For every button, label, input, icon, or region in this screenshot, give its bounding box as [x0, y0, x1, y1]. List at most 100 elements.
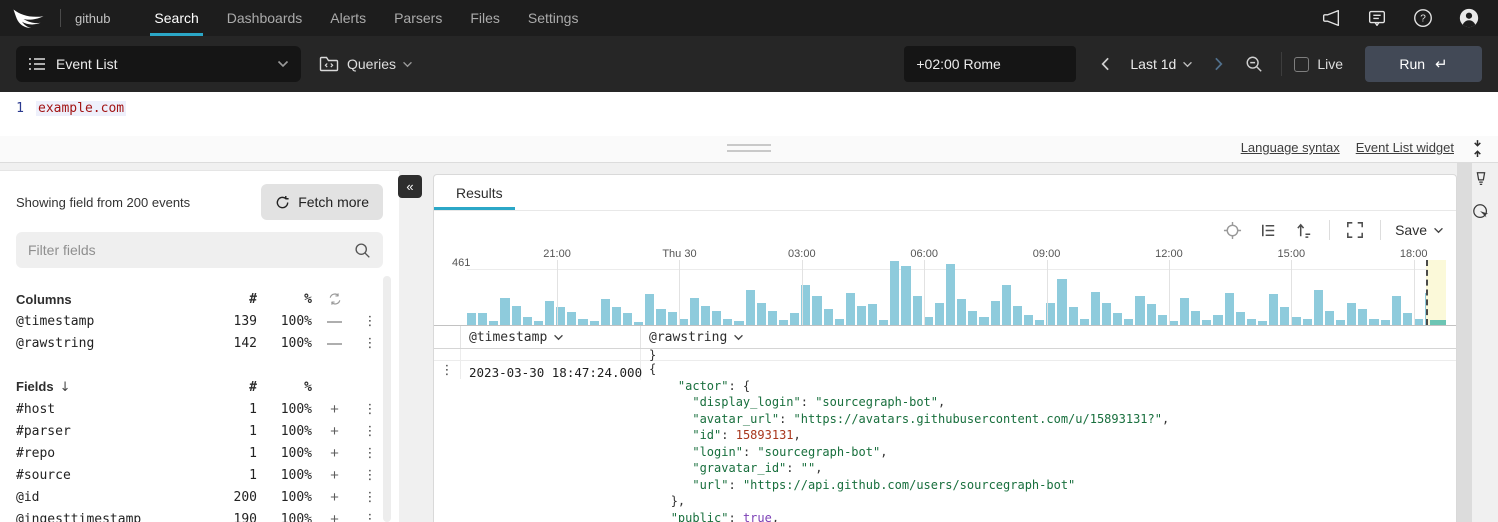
histogram-bar[interactable] — [835, 319, 844, 325]
run-button[interactable]: Run ↵ — [1365, 46, 1482, 82]
event-list-widget-link[interactable]: Event List widget — [1356, 140, 1454, 155]
fields-title[interactable]: Fields↓ — [16, 379, 207, 395]
filter-fields-input[interactable] — [28, 242, 354, 258]
nav-item-parsers[interactable]: Parsers — [380, 0, 456, 36]
field-row-parser[interactable]: #parser 1 100% + ⋮ — [16, 420, 383, 442]
nav-item-alerts[interactable]: Alerts — [316, 0, 380, 36]
histogram-bar[interactable] — [1247, 319, 1256, 325]
add-column-button[interactable]: + — [312, 467, 357, 484]
query-text[interactable]: example.com — [36, 101, 126, 116]
histogram-bar[interactable] — [1091, 292, 1100, 325]
fullscreen-icon[interactable] — [1344, 219, 1366, 241]
histogram-bar[interactable] — [1414, 319, 1423, 325]
histogram-bar[interactable] — [578, 319, 587, 325]
histogram-bar[interactable] — [1291, 317, 1300, 325]
lightbulb-icon[interactable] — [1472, 170, 1492, 190]
row-menu-icon[interactable]: ⋮ — [357, 512, 383, 522]
row-menu-icon[interactable]: ⋮ — [357, 402, 383, 417]
histogram-bar[interactable] — [868, 304, 877, 325]
zoom-out-time-icon[interactable] — [1239, 49, 1269, 79]
live-toggle[interactable]: Live — [1294, 56, 1343, 72]
histogram-bar[interactable] — [1236, 312, 1245, 325]
event-row[interactable]: ⋮ 2023-03-30 18:47:24.000 { "actor": { "… — [434, 361, 1456, 522]
histogram-bar[interactable] — [1369, 319, 1378, 325]
add-column-button[interactable]: + — [312, 401, 357, 418]
column-row-rawstring[interactable]: @rawstring 142 100% — ⋮ — [16, 332, 383, 354]
histogram-bar[interactable] — [668, 312, 677, 325]
time-range-dropdown[interactable]: Last 1d — [1126, 56, 1197, 72]
event-menu-icon[interactable]: ⋮ — [441, 363, 454, 379]
repository-name[interactable]: github — [75, 11, 110, 26]
interactive-cursor-icon[interactable] — [1472, 203, 1492, 223]
scrollbar[interactable] — [383, 276, 391, 522]
field-row-host[interactable]: #host 1 100% + ⋮ — [16, 398, 383, 420]
language-syntax-link[interactable]: Language syntax — [1241, 140, 1340, 155]
histogram-bar[interactable] — [634, 322, 643, 325]
histogram-bar[interactable] — [1169, 321, 1178, 325]
histogram-bar[interactable] — [1158, 315, 1167, 325]
histogram-bar[interactable] — [1269, 294, 1278, 325]
live-checkbox[interactable] — [1294, 57, 1309, 72]
histogram-bar[interactable] — [690, 298, 699, 325]
histogram-bar[interactable] — [1035, 320, 1044, 325]
histogram-bar[interactable] — [612, 307, 621, 325]
row-menu-icon[interactable]: ⋮ — [357, 424, 383, 439]
histogram-bar[interactable] — [1124, 319, 1133, 325]
histogram-bar[interactable] — [545, 301, 554, 325]
resize-drag-handle[interactable] — [727, 144, 771, 156]
histogram-bar[interactable] — [734, 321, 743, 325]
histogram-bar[interactable] — [467, 313, 476, 325]
add-column-button[interactable]: + — [312, 423, 357, 440]
nav-item-settings[interactable]: Settings — [514, 0, 593, 36]
field-row-source[interactable]: #source 1 100% + ⋮ — [16, 464, 383, 486]
histogram-bar[interactable] — [979, 317, 988, 325]
row-menu-icon[interactable]: ⋮ — [357, 468, 383, 483]
scrollbar[interactable] — [1457, 163, 1472, 522]
histogram-bar[interactable] — [1080, 319, 1089, 325]
time-shift-back-button[interactable] — [1090, 49, 1120, 79]
histogram-bar[interactable] — [1191, 311, 1200, 325]
histogram-bar[interactable] — [512, 306, 521, 325]
field-row-repo[interactable]: #repo 1 100% + ⋮ — [16, 442, 383, 464]
field-row-id[interactable]: @id 200 100% + ⋮ — [16, 486, 383, 508]
histogram-bar[interactable] — [879, 320, 888, 325]
megaphone-icon[interactable] — [1320, 7, 1342, 29]
histogram-bar[interactable] — [1347, 303, 1356, 325]
add-column-button[interactable]: + — [312, 445, 357, 462]
histogram-bar[interactable] — [957, 299, 966, 325]
save-dropdown[interactable]: Save — [1395, 222, 1444, 238]
histogram-bar[interactable] — [846, 293, 855, 325]
histogram-bar[interactable] — [1069, 307, 1078, 325]
histogram-bar[interactable] — [779, 320, 788, 325]
histogram-bar[interactable] — [857, 306, 866, 325]
histogram-bar[interactable] — [1013, 306, 1022, 325]
nav-item-search[interactable]: Search — [140, 0, 212, 36]
histogram-bar[interactable] — [1046, 303, 1055, 325]
histogram-bar[interactable] — [623, 313, 632, 325]
histogram-bar[interactable] — [1057, 279, 1066, 325]
histogram-bar[interactable] — [1213, 315, 1222, 325]
histogram-bar[interactable] — [991, 301, 1000, 325]
histogram-bar[interactable] — [478, 313, 487, 325]
column-header-timestamp[interactable]: @timestamp — [469, 330, 564, 345]
histogram-bar[interactable] — [645, 294, 654, 325]
histogram-bar[interactable] — [1102, 303, 1111, 325]
histogram-bar[interactable] — [1002, 285, 1011, 325]
tab-results[interactable]: Results — [456, 185, 503, 201]
nav-item-dashboards[interactable]: Dashboards — [213, 0, 317, 36]
histogram-bar[interactable] — [712, 311, 721, 325]
collapse-fields-panel-button[interactable]: « — [398, 175, 422, 198]
histogram-bar[interactable] — [890, 261, 899, 325]
row-density-icon[interactable] — [1257, 219, 1279, 241]
histogram-bar[interactable] — [1392, 296, 1401, 325]
refresh-columns-icon[interactable] — [312, 292, 357, 306]
row-menu-icon[interactable]: ⋮ — [357, 446, 383, 461]
histogram-bar[interactable] — [1280, 307, 1289, 325]
histogram-bar[interactable] — [746, 290, 755, 325]
queries-dropdown[interactable]: Queries — [319, 56, 413, 72]
help-icon[interactable]: ? — [1412, 7, 1434, 29]
row-menu-icon[interactable]: ⋮ — [357, 490, 383, 505]
histogram-bar[interactable] — [1202, 320, 1211, 325]
add-column-button[interactable]: + — [312, 511, 357, 522]
nav-item-files[interactable]: Files — [456, 0, 514, 36]
